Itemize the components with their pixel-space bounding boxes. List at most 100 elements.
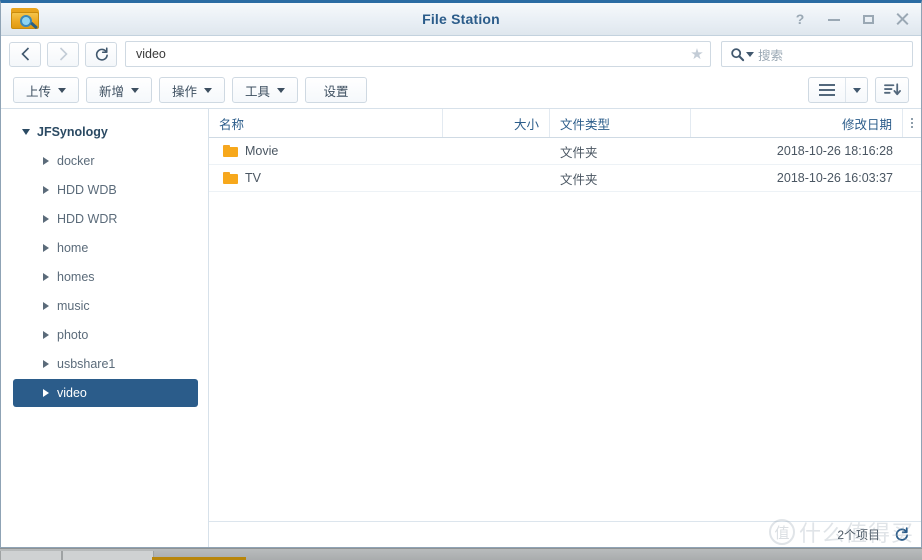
file-name-label: TV [245,171,261,185]
search-icon [731,47,745,61]
sidebar-item-label: docker [57,154,95,168]
sidebar-item-docker[interactable]: docker [13,147,198,175]
sidebar-item-usbshare1[interactable]: usbshare1 [13,350,198,378]
chevron-right-icon[interactable] [39,389,53,397]
search-dropdown-caret-icon[interactable] [746,51,754,57]
sidebar-item-hdd-wdr[interactable]: HDD WDR [13,205,198,233]
action-button[interactable]: 操作 [159,77,226,103]
sidebar-item-label: music [57,299,90,313]
chevron-right-icon[interactable] [39,331,53,339]
address-input[interactable]: video [126,47,684,61]
minimize-icon[interactable] [826,11,842,27]
window-body: JFSynology docker HDD WDB HDD WDR home h… [1,109,921,547]
refresh-icon[interactable] [894,527,909,542]
chevron-right-icon[interactable] [39,360,53,368]
chevron-right-icon[interactable] [39,186,53,194]
sidebar-item-label: HDD WDB [57,183,117,197]
file-date-cell: 2018-10-26 16:03:37 [776,171,893,185]
action-button-label: 操作 [172,84,198,99]
search-box[interactable]: 搜索 [721,41,913,67]
folder-icon [223,145,238,157]
table-row[interactable]: Movie 文件夹 2018-10-26 18:16:28 [209,138,921,165]
chevron-down-icon [58,87,67,93]
sidebar-item-label: video [57,386,87,400]
sidebar-item-video[interactable]: video [13,379,198,407]
column-header-date[interactable]: 修改日期 [691,109,903,137]
sidebar-item-label: home [57,241,89,255]
sidebar-item-label: HDD WDR [57,212,118,226]
taskbar[interactable] [0,548,922,560]
sidebar-item-music[interactable]: music [13,292,198,320]
close-icon[interactable] [894,11,910,27]
taskbar-slot[interactable] [62,551,154,560]
taskbar-slot[interactable] [0,551,62,560]
chevron-right-icon[interactable] [39,273,53,281]
sidebar-item-homes[interactable]: homes [13,263,198,291]
view-dropdown-caret-icon[interactable] [845,78,867,102]
chevron-right-icon[interactable] [39,244,53,252]
chevron-right-icon [59,47,68,61]
create-button-label: 新增 [99,84,125,99]
chevron-right-icon[interactable] [39,215,53,223]
star-icon[interactable]: ★ [684,47,710,62]
chevron-down-icon [277,87,286,93]
address-bar[interactable]: video ★ [125,41,711,67]
search-input[interactable]: 搜索 [755,45,783,64]
tools-button[interactable]: 工具 [232,77,299,103]
column-header-type[interactable]: 文件类型 [550,109,691,137]
toolbar: 上传 新增 操作 工具 设置 [1,72,921,109]
toolbar-right-group [808,77,909,103]
settings-button-label: 设置 [323,84,349,99]
forward-button[interactable] [47,41,79,67]
page-title: File Station [422,11,500,27]
sort-button[interactable] [875,77,909,103]
back-button[interactable] [9,41,41,67]
file-date-cell: 2018-10-26 18:16:28 [776,144,893,158]
item-count-label: 2个项目 [837,528,880,542]
table-row[interactable]: TV 文件夹 2018-10-26 16:03:37 [209,165,921,192]
navigation-bar: video ★ 搜索 [1,36,921,72]
window-controls: ? [792,11,921,27]
chevron-left-icon [20,47,29,61]
file-name-label: Movie [245,144,279,158]
column-header-size[interactable]: 大小 [443,109,550,137]
sidebar-item-label: usbshare1 [57,357,116,371]
maximize-icon[interactable] [860,11,876,27]
folder-search-icon [9,6,43,33]
sort-descending-icon [883,83,901,96]
upload-button[interactable]: 上传 [13,77,80,103]
file-list-rows: Movie 文件夹 2018-10-26 18:16:28 TV 文件夹 201… [209,138,921,521]
file-list-pane: 名称 大小 文件类型 修改日期 Movie 文件夹 2018-10-26 18:… [209,109,921,547]
title-bar[interactable]: File Station ? [1,3,921,36]
settings-button[interactable]: 设置 [305,77,368,103]
file-station-window: File Station ? video ★ 搜索 上传 新增 操作 工具 设置… [0,0,922,548]
chevron-right-icon[interactable] [39,302,53,310]
refresh-icon [95,46,108,61]
folder-icon [223,172,238,184]
chevron-down-icon [204,87,213,93]
file-type-cell: 文件夹 [560,172,598,187]
desktop: File Station ? video ★ 搜索 上传 新增 操作 工具 设置… [0,0,922,560]
sidebar-item-label: JFSynology [37,125,108,139]
sidebar-tree: JFSynology docker HDD WDB HDD WDR home h… [1,109,209,547]
sidebar-item-home[interactable]: home [13,234,198,262]
sidebar-item-label: homes [57,270,95,284]
column-header-name[interactable]: 名称 [209,109,443,137]
list-view-icon[interactable] [809,78,845,102]
create-button[interactable]: 新增 [86,77,153,103]
chevron-down-icon [131,87,140,93]
view-mode-button[interactable] [808,77,868,103]
sidebar-item-jfsynology[interactable]: JFSynology [13,118,198,146]
chevron-down-icon[interactable] [19,129,33,135]
refresh-button[interactable] [85,41,117,67]
file-name-cell[interactable]: TV [209,171,443,185]
sidebar-item-hdd-wdb[interactable]: HDD WDB [13,176,198,204]
chevron-right-icon[interactable] [39,157,53,165]
status-bar: 2个项目 [209,521,921,547]
file-list-header: 名称 大小 文件类型 修改日期 [209,109,921,138]
file-name-cell[interactable]: Movie [209,144,443,158]
sidebar-item-photo[interactable]: photo [13,321,198,349]
help-icon[interactable]: ? [792,11,808,27]
sidebar-item-label: photo [57,328,89,342]
more-vertical-icon[interactable] [903,109,921,137]
